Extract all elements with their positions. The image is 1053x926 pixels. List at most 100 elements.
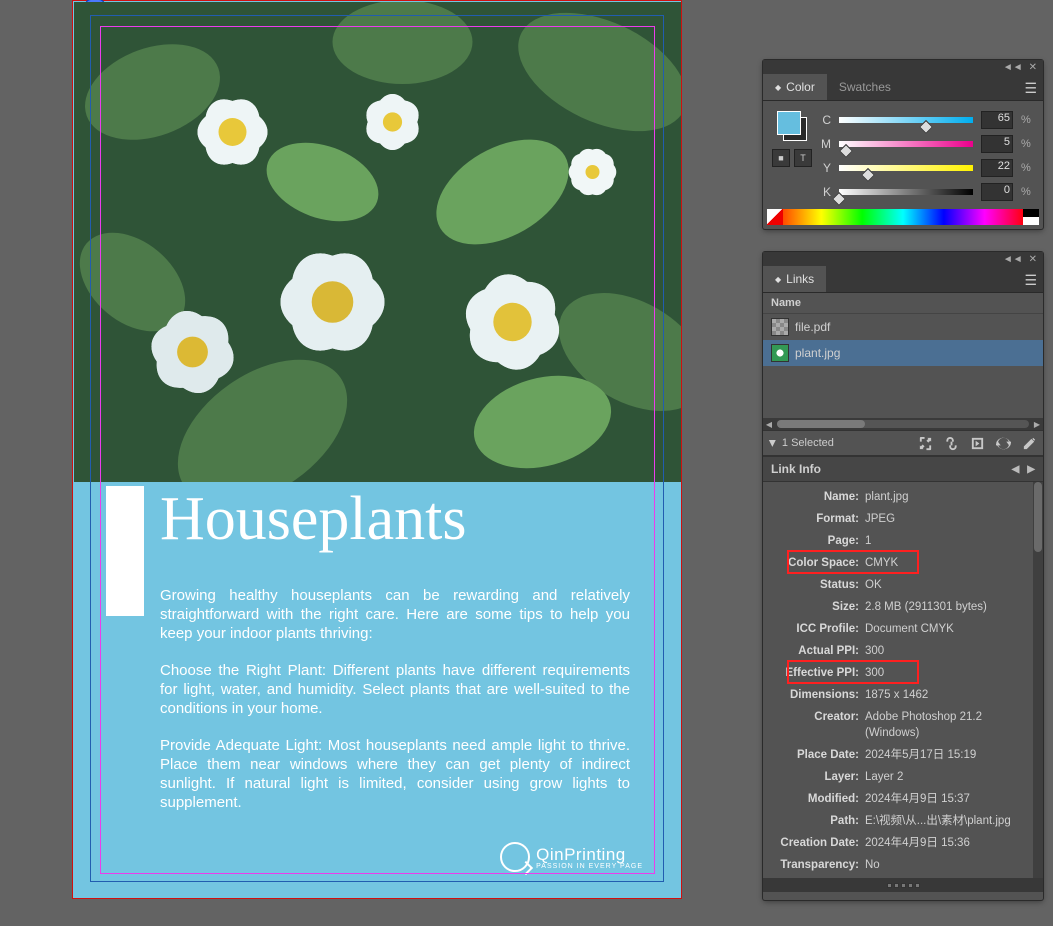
- info-label: ICC Profile:: [771, 621, 859, 637]
- color-panel: ◄◄ ✕ Color Swatches ☰ ■ T C65%M5%Y22%K0%: [763, 60, 1043, 229]
- info-label: Dimensions:: [771, 687, 859, 703]
- slider-track[interactable]: [839, 187, 973, 197]
- slider-label: Y: [819, 161, 831, 175]
- info-value: plant.jpg: [859, 489, 1035, 505]
- slider-label: C: [819, 113, 831, 127]
- info-value: 2024年5月17日 15:19: [859, 747, 1035, 763]
- link-info-row: Transparency:No: [767, 854, 1039, 874]
- slider-track[interactable]: [839, 139, 973, 149]
- slider-value-input[interactable]: 65: [981, 111, 1013, 129]
- link-info-header: Link Info ◀ ▶: [763, 456, 1043, 482]
- info-value: 2024年4月9日 15:36: [859, 835, 1035, 851]
- link-item[interactable]: file.pdf: [763, 314, 1043, 340]
- slider-M[interactable]: M5%: [819, 135, 1033, 153]
- slider-track[interactable]: [839, 163, 973, 173]
- link-item[interactable]: plant.jpg: [763, 340, 1043, 366]
- brand-logo: QinPrinting PASSION IN EVERY PAGE: [500, 842, 643, 872]
- container-toggle-icon[interactable]: ■: [772, 149, 790, 167]
- info-value: E:\视频\从...出\素材\plant.jpg: [859, 813, 1035, 829]
- edit-original-icon[interactable]: [1021, 435, 1037, 451]
- info-label: Transparency:: [771, 857, 859, 873]
- slider-Y[interactable]: Y 22%: [819, 159, 1033, 177]
- tab-swatches[interactable]: Swatches: [827, 74, 903, 100]
- panel-menu-icon[interactable]: ☰: [1024, 272, 1037, 289]
- bleed-outline: Houseplants Growing healthy houseplants …: [72, 0, 682, 899]
- link-info-row: Place Date:2024年5月17日 15:19: [767, 744, 1039, 766]
- info-value: 2.8 MB (2911301 bytes): [859, 599, 1035, 615]
- body-paragraph: Choose the Right Plant: Different plants…: [160, 661, 630, 718]
- info-value: Layer 2: [859, 769, 1035, 785]
- slider-unit: %: [1021, 138, 1033, 150]
- color-panel-tabs: Color Swatches ☰: [763, 74, 1043, 101]
- slider-label: K: [819, 185, 831, 199]
- tab-links[interactable]: Links: [763, 266, 826, 292]
- body-paragraph: Provide Adequate Light: Most houseplants…: [160, 736, 630, 812]
- slider-value-input[interactable]: 5: [981, 135, 1013, 153]
- link-info-row: Page:1: [767, 530, 1039, 552]
- link-info-row: Status:OK: [767, 574, 1039, 596]
- panel-menu-icon[interactable]: ☰: [1024, 80, 1037, 97]
- relink-cc-icon[interactable]: [917, 435, 933, 451]
- prev-link-icon[interactable]: ◀: [1012, 464, 1020, 475]
- update-link-icon[interactable]: [995, 435, 1011, 451]
- next-link-icon[interactable]: ▶: [1027, 464, 1035, 475]
- info-label: Actual PPI:: [771, 643, 859, 659]
- link-info-row: Color Space:CMYK: [767, 552, 1039, 574]
- link-thumbnail-icon: [771, 344, 789, 362]
- collapse-icon[interactable]: ◄◄: [1003, 62, 1023, 73]
- panel-resize-grip[interactable]: [763, 878, 1043, 892]
- link-info-row: Dimensions:1875 x 1462: [767, 684, 1039, 706]
- slider-C[interactable]: C65%: [819, 111, 1033, 129]
- link-info-row: Creation Date:2024年4月9日 15:36: [767, 832, 1039, 854]
- link-name: plant.jpg: [795, 346, 840, 360]
- panel-top-controls: ◄◄ ✕: [763, 60, 1043, 74]
- slider-unit: %: [1021, 162, 1033, 174]
- fill-stroke-swatch[interactable]: [777, 111, 807, 141]
- info-label: Path:: [771, 813, 859, 829]
- link-info-row: Actual PPI:300: [767, 640, 1039, 662]
- slider-K[interactable]: K 0%: [819, 183, 1033, 201]
- decorative-white-bar: [106, 486, 144, 616]
- expand-icon[interactable]: ▶: [767, 440, 778, 447]
- selection-count[interactable]: ▶ 1 Selected: [769, 437, 834, 449]
- collapse-icon[interactable]: ◄◄: [1003, 254, 1023, 265]
- artboard-container: Houseplants Growing healthy houseplants …: [72, 0, 682, 926]
- links-list: file.pdf plant.jpg: [763, 314, 1043, 418]
- info-value: OK: [859, 577, 1035, 593]
- info-label: Color Space:: [771, 555, 859, 571]
- info-value: 1: [859, 533, 1035, 549]
- info-scrollbar[interactable]: [1033, 482, 1043, 878]
- slider-track[interactable]: [839, 115, 973, 125]
- tab-color[interactable]: Color: [763, 74, 827, 100]
- info-label: Place Date:: [771, 747, 859, 763]
- info-label: Format:: [771, 511, 859, 527]
- link-info-row: ICC Profile:Document CMYK: [767, 618, 1039, 640]
- info-value: CMYK: [859, 555, 1035, 571]
- document-title[interactable]: Houseplants: [160, 484, 467, 555]
- close-icon[interactable]: ✕: [1029, 254, 1037, 265]
- info-label: Creation Date:: [771, 835, 859, 851]
- scroll-left-icon[interactable]: ◀: [763, 418, 775, 430]
- link-thumbnail-icon: [771, 318, 789, 336]
- links-panel: ◄◄ ✕ Links ☰ Name file.pdfplant.jpg ◀ ▶ …: [763, 252, 1043, 900]
- scroll-right-icon[interactable]: ▶: [1031, 418, 1043, 430]
- slider-value-input[interactable]: 0: [981, 183, 1013, 201]
- links-scrollbar[interactable]: ◀ ▶: [763, 418, 1043, 430]
- info-value: 300: [859, 665, 1035, 681]
- info-value: 2024年4月9日 15:37: [859, 791, 1035, 807]
- body-paragraph: Growing healthy houseplants can be rewar…: [160, 586, 630, 643]
- info-value: No: [859, 857, 1035, 873]
- link-info-list: Name:plant.jpgFormat:JPEGPage:1Color Spa…: [767, 486, 1039, 874]
- close-icon[interactable]: ✕: [1029, 62, 1037, 73]
- text-toggle-icon[interactable]: T: [794, 149, 812, 167]
- slider-value-input[interactable]: 22: [981, 159, 1013, 177]
- slider-unit: %: [1021, 186, 1033, 198]
- link-info-row: Name:plant.jpg: [767, 486, 1039, 508]
- placed-image[interactable]: [74, 2, 681, 482]
- relink-icon[interactable]: [943, 435, 959, 451]
- link-info-row: Modified:2024年4月9日 15:37: [767, 788, 1039, 810]
- go-to-link-icon[interactable]: [969, 435, 985, 451]
- info-label: Layer:: [771, 769, 859, 785]
- document-body[interactable]: Growing healthy houseplants can be rewar…: [160, 586, 630, 830]
- spectrum-ramp[interactable]: [767, 209, 1039, 225]
